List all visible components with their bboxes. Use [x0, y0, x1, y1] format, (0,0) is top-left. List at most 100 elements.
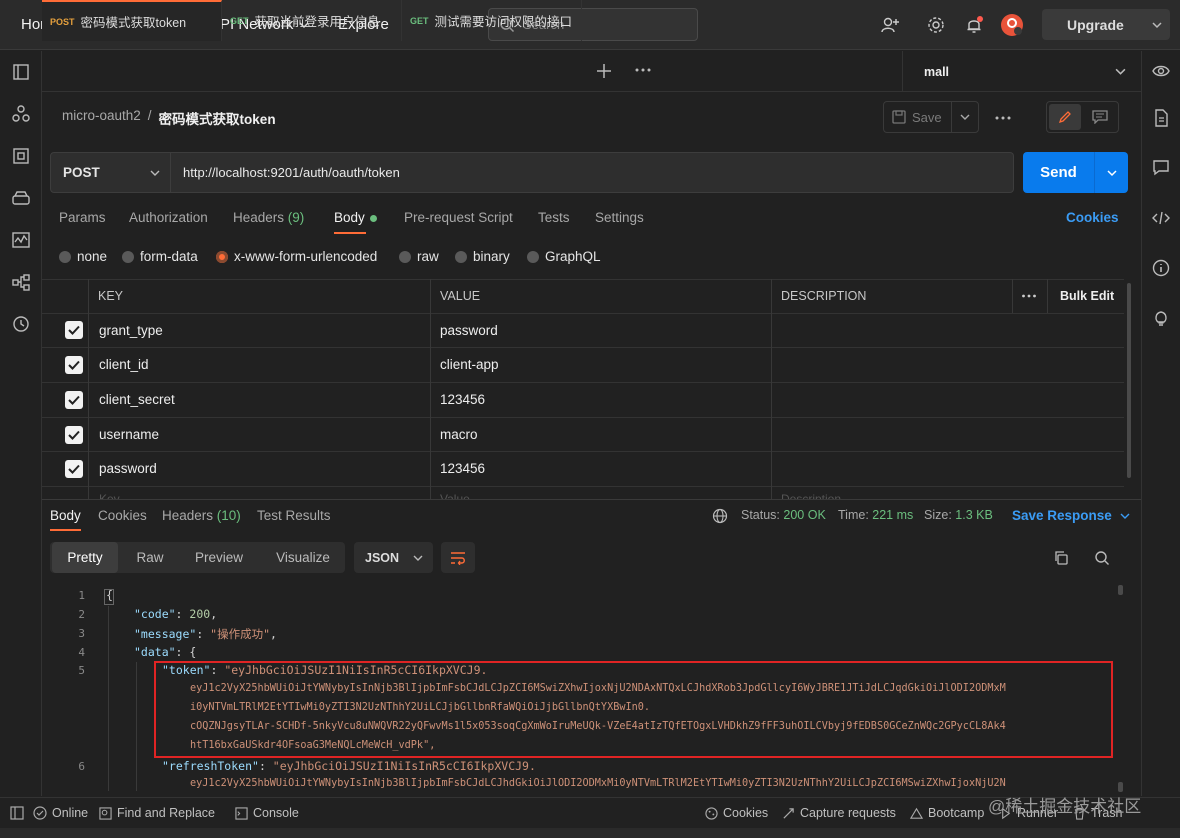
code-snippet-icon[interactable] [1151, 208, 1171, 228]
send-button[interactable]: Send [1023, 152, 1128, 193]
more-tabs-icon[interactable] [634, 66, 652, 74]
response-divider[interactable] [42, 499, 1141, 500]
row-checkbox[interactable] [65, 356, 83, 374]
bootcamp-button[interactable]: Bootcamp [910, 806, 984, 820]
cookies-link[interactable]: Cookies [1066, 210, 1119, 225]
param-key[interactable]: password [99, 461, 157, 476]
new-tab-plus-icon[interactable] [596, 63, 612, 79]
format-select[interactable]: JSON [354, 542, 433, 573]
response-time[interactable]: Time: 221 ms [838, 508, 913, 522]
table-options-icon[interactable] [1021, 292, 1037, 300]
param-value[interactable]: client-app [440, 357, 499, 372]
request-tab-active[interactable]: POST 密码模式获取token [42, 0, 222, 41]
history-icon[interactable] [11, 314, 31, 334]
sidebar-toggle-icon[interactable] [10, 806, 24, 820]
upgrade-button[interactable]: Upgrade [1042, 9, 1170, 40]
request-tab[interactable]: GET 获取当前登录用户信息 [222, 0, 402, 41]
radio-binary[interactable]: binary [455, 249, 510, 264]
view-pretty[interactable]: Pretty [52, 542, 118, 573]
new-key-placeholder[interactable]: Key [99, 492, 120, 499]
save-button[interactable]: Save [883, 101, 979, 133]
code-scrollbar[interactable] [1118, 782, 1123, 792]
settings-gear-icon[interactable] [924, 13, 948, 37]
param-key[interactable]: username [99, 427, 159, 442]
more-actions-icon[interactable] [994, 114, 1012, 122]
param-key[interactable]: client_secret [99, 392, 175, 407]
response-tab-headers[interactable]: Headers (10) [162, 508, 241, 523]
wrap-lines-button[interactable] [441, 542, 475, 573]
param-value[interactable]: password [440, 323, 498, 338]
radio-none[interactable]: none [59, 249, 107, 264]
collections-icon[interactable] [11, 62, 31, 82]
row-checkbox[interactable] [65, 321, 83, 339]
request-tab[interactable]: GET 测试需要访问权限的接口 [402, 0, 582, 41]
params-table [42, 279, 1124, 499]
tab-settings[interactable]: Settings [595, 210, 644, 225]
view-preview[interactable]: Preview [185, 542, 253, 573]
view-raw[interactable]: Raw [122, 542, 178, 573]
new-description-placeholder[interactable]: Description [781, 492, 841, 499]
code-scrollbar[interactable] [1118, 585, 1123, 595]
edit-mode-button[interactable] [1049, 104, 1081, 130]
flows-icon[interactable] [11, 272, 31, 292]
lightbulb-icon[interactable] [1151, 309, 1171, 329]
json-string: "操作成功" [210, 627, 271, 641]
radio-graphql[interactable]: GraphQL [527, 249, 601, 264]
param-value[interactable]: macro [440, 427, 478, 442]
environment-selector[interactable]: mall [902, 51, 1140, 92]
globe-icon[interactable] [712, 508, 728, 524]
search-icon[interactable] [1094, 550, 1110, 566]
comments-icon[interactable] [1151, 157, 1171, 177]
tab-authorization[interactable]: Authorization [129, 210, 208, 225]
row-checkbox[interactable] [65, 460, 83, 478]
copy-icon[interactable] [1053, 550, 1069, 566]
avatar[interactable] [1000, 13, 1024, 37]
invite-user-icon[interactable] [878, 13, 902, 37]
save-response-button[interactable]: Save Response [1012, 508, 1130, 523]
notifications-bell-icon[interactable] [962, 13, 986, 37]
radio-form-data[interactable]: form-data [122, 249, 198, 264]
find-replace-button[interactable]: Find and Replace [99, 806, 215, 820]
apis-icon[interactable] [11, 104, 31, 124]
response-tab-test-results[interactable]: Test Results [257, 508, 331, 523]
param-value[interactable]: 123456 [440, 392, 485, 407]
method-select[interactable]: POST [50, 152, 171, 193]
tab-params[interactable]: Params [59, 210, 106, 225]
tab-tests[interactable]: Tests [538, 210, 570, 225]
row-checkbox[interactable] [65, 426, 83, 444]
tab-body[interactable]: Body [334, 210, 365, 225]
send-options-dropdown[interactable] [1094, 152, 1128, 193]
tab-headers[interactable]: Headers (9) [233, 210, 304, 225]
monitors-icon[interactable] [11, 230, 31, 250]
param-key[interactable]: client_id [99, 357, 149, 372]
capture-requests-button[interactable]: Capture requests [782, 806, 896, 820]
comment-mode-button[interactable] [1084, 104, 1116, 130]
row-checkbox[interactable] [65, 391, 83, 409]
mock-servers-icon[interactable] [11, 188, 31, 208]
breadcrumb-collection[interactable]: micro-oauth2 [62, 108, 141, 128]
url-input[interactable]: http://localhost:9201/auth/oauth/token [171, 152, 1014, 193]
info-icon[interactable] [1151, 258, 1171, 278]
bulk-edit-button[interactable]: Bulk Edit [1060, 279, 1114, 313]
param-key[interactable]: grant_type [99, 323, 163, 338]
response-tab-cookies[interactable]: Cookies [98, 508, 147, 523]
radio-label: none [77, 249, 108, 264]
response-size[interactable]: Size: 1.3 KB [924, 508, 993, 522]
statusbar-cookies-button[interactable]: Cookies [705, 806, 768, 820]
documentation-icon[interactable] [1151, 108, 1171, 128]
new-value-placeholder[interactable]: Value [440, 492, 470, 499]
console-button[interactable]: Console [235, 806, 299, 820]
online-status[interactable]: Online [33, 806, 88, 820]
chevron-down-icon[interactable] [960, 112, 970, 122]
view-visualize[interactable]: Visualize [262, 542, 344, 573]
params-scrollbar[interactable] [1127, 283, 1131, 478]
tab-pre-request-script[interactable]: Pre-request Script [404, 210, 513, 225]
radio-raw[interactable]: raw [399, 249, 439, 264]
response-tab-body[interactable]: Body [50, 508, 81, 523]
param-value[interactable]: 123456 [440, 461, 485, 476]
response-status[interactable]: Status: 200 OK [741, 508, 826, 522]
radio-x-www-form-urlencoded[interactable]: x-www-form-urlencoded [216, 249, 377, 264]
eye-icon[interactable] [1151, 61, 1171, 81]
breadcrumb-request-name[interactable]: 密码模式获取token [159, 108, 276, 128]
environments-icon[interactable] [11, 146, 31, 166]
